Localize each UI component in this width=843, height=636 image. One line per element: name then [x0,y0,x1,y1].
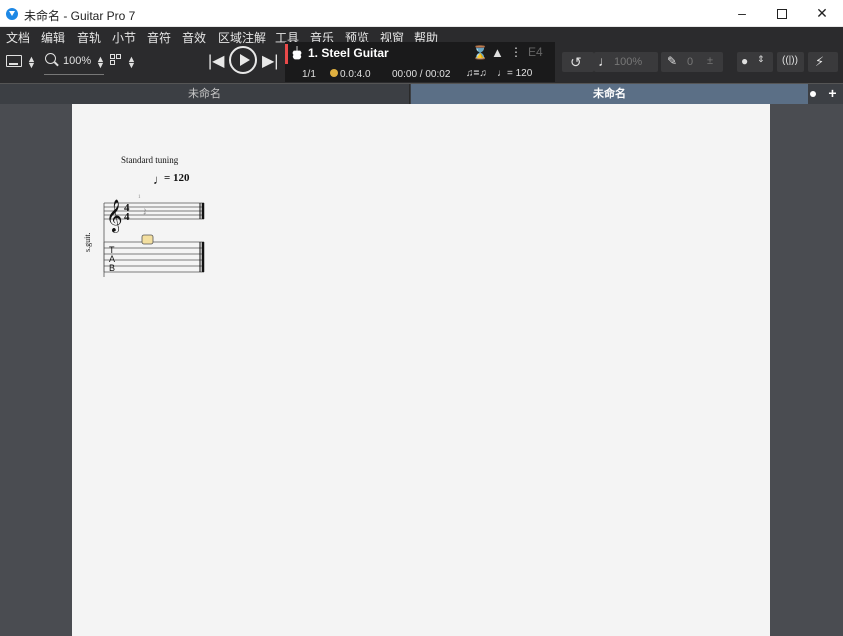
zoom-chevron-icon[interactable]: ▲ ▼ [96,55,105,70]
menu-section[interactable]: 区域注解 [218,29,266,46]
instrument-view-button[interactable]: ● ⇕ [737,52,773,72]
guitar-view-icon: ● [741,54,749,68]
zoom-level[interactable]: 100% [63,55,91,67]
play-button[interactable] [229,46,257,74]
bar-position: 1/1 [302,69,316,80]
zoom-slider[interactable] [44,74,104,75]
speaker-waves-icon: ((|)) [782,55,798,66]
track-display: 1. Steel Guitar 1/1 0.0:4.0 00:00 / 00:0… [285,42,555,82]
triplet-feel[interactable]: ♫=♫ [466,68,487,79]
time-display: 00:00 / 00:02 [392,69,451,80]
speed-value[interactable]: 100% [614,56,642,68]
beat-position: 0.0:4.0 [340,69,371,80]
tuner-button[interactable]: ⚡ [808,52,838,72]
pan-value[interactable]: 0 [687,56,693,68]
maximize-icon [777,9,787,20]
note-icon: ♩ [598,53,612,69]
plus-minus-icon[interactable]: ± [707,55,713,67]
speed-control[interactable]: ♩ 100% [594,52,658,72]
tuning-label: Standard tuning [121,155,179,165]
bar-number: 1 [138,195,141,200]
track-name[interactable]: 1. Steel Guitar [308,46,389,60]
menu-bar-measure[interactable]: 小节 [112,29,136,46]
pan-control[interactable]: ✎ 0 ± [661,52,723,72]
guitar-icon [292,46,302,60]
menu-effects[interactable]: 音效 [182,29,206,46]
beat-indicator [330,69,338,77]
metronome-icon[interactable]: ▲ [491,45,504,60]
go-to-end-button[interactable]: ▶| [262,51,278,73]
menu-note[interactable]: 音符 [147,29,171,46]
close-button[interactable]: ✕ [800,0,843,27]
treble-clef-icon: 𝄞 [106,199,123,233]
main-toolbar: 文档 编辑 音轨 小节 音符 音效 区域注解 工具 音乐 预览 视窗 帮助 ▲ ▼… [0,27,843,83]
tab-letter-b: B [109,263,115,273]
instrument-chevron-icon: ⇕ [757,54,765,64]
new-tab-button[interactable]: + [822,84,843,104]
time-signature-bottom: 4 [124,211,130,223]
sound-button[interactable]: ((|)) [777,52,804,72]
layout-chevron-icon[interactable]: ▲ ▼ [127,55,136,70]
window-title: 未命名 - Guitar Pro 7 [24,9,136,23]
screen-mode-icon[interactable] [6,55,22,67]
menu-file[interactable]: 文档 [6,29,30,46]
maximize-button[interactable] [760,0,804,27]
more-options-icon[interactable]: ⋮ [510,45,522,59]
menu-track[interactable]: 音轨 [77,29,101,46]
score-workspace: Standard tuning ♩ = 120 s.guit. 𝄞 4 4 1 … [0,104,843,636]
document-tab-active[interactable]: 未命名 [411,84,808,104]
loop-icon: ↺ [570,54,582,70]
document-tab[interactable]: 未命名 [0,84,410,104]
tab-staff [104,241,204,273]
minimize-button[interactable]: – [720,0,764,27]
tempo-marking: = 120 [164,172,190,184]
unsaved-indicator-icon [810,91,816,97]
score-page[interactable]: Standard tuning ♩ = 120 s.guit. 𝄞 4 4 1 … [72,104,770,636]
tuning-key: E4 [528,45,543,59]
guitar-pro-app-icon [6,8,18,20]
title-bar: 未命名 - Guitar Pro 7 – ✕ [0,0,843,27]
pen-icon: ✎ [667,54,678,68]
tempo-display[interactable]: ♩= 120 [497,68,532,79]
loop-button[interactable]: ↺ [562,52,594,72]
document-tab-bar: 未命名 未命名 + [0,83,843,104]
count-in-icon[interactable]: ⌛ [472,45,488,61]
menu-edit[interactable]: 编辑 [41,29,65,46]
zoom-icon[interactable] [45,53,56,64]
track-color-marker [285,44,288,64]
edit-cursor [141,234,154,245]
go-to-start-button[interactable]: |◀ [208,51,224,73]
tuner-icon: ⚡ [815,54,825,69]
page-layout-icon[interactable] [110,54,122,66]
quarter-rest-icon: 𝄽 [143,205,147,219]
screen-mode-chevron-icon[interactable]: ▲ ▼ [27,55,36,70]
staff-system[interactable]: 𝄞 4 4 1 𝄽 T A B [102,189,212,289]
track-short-name: s.guit. [83,232,92,252]
